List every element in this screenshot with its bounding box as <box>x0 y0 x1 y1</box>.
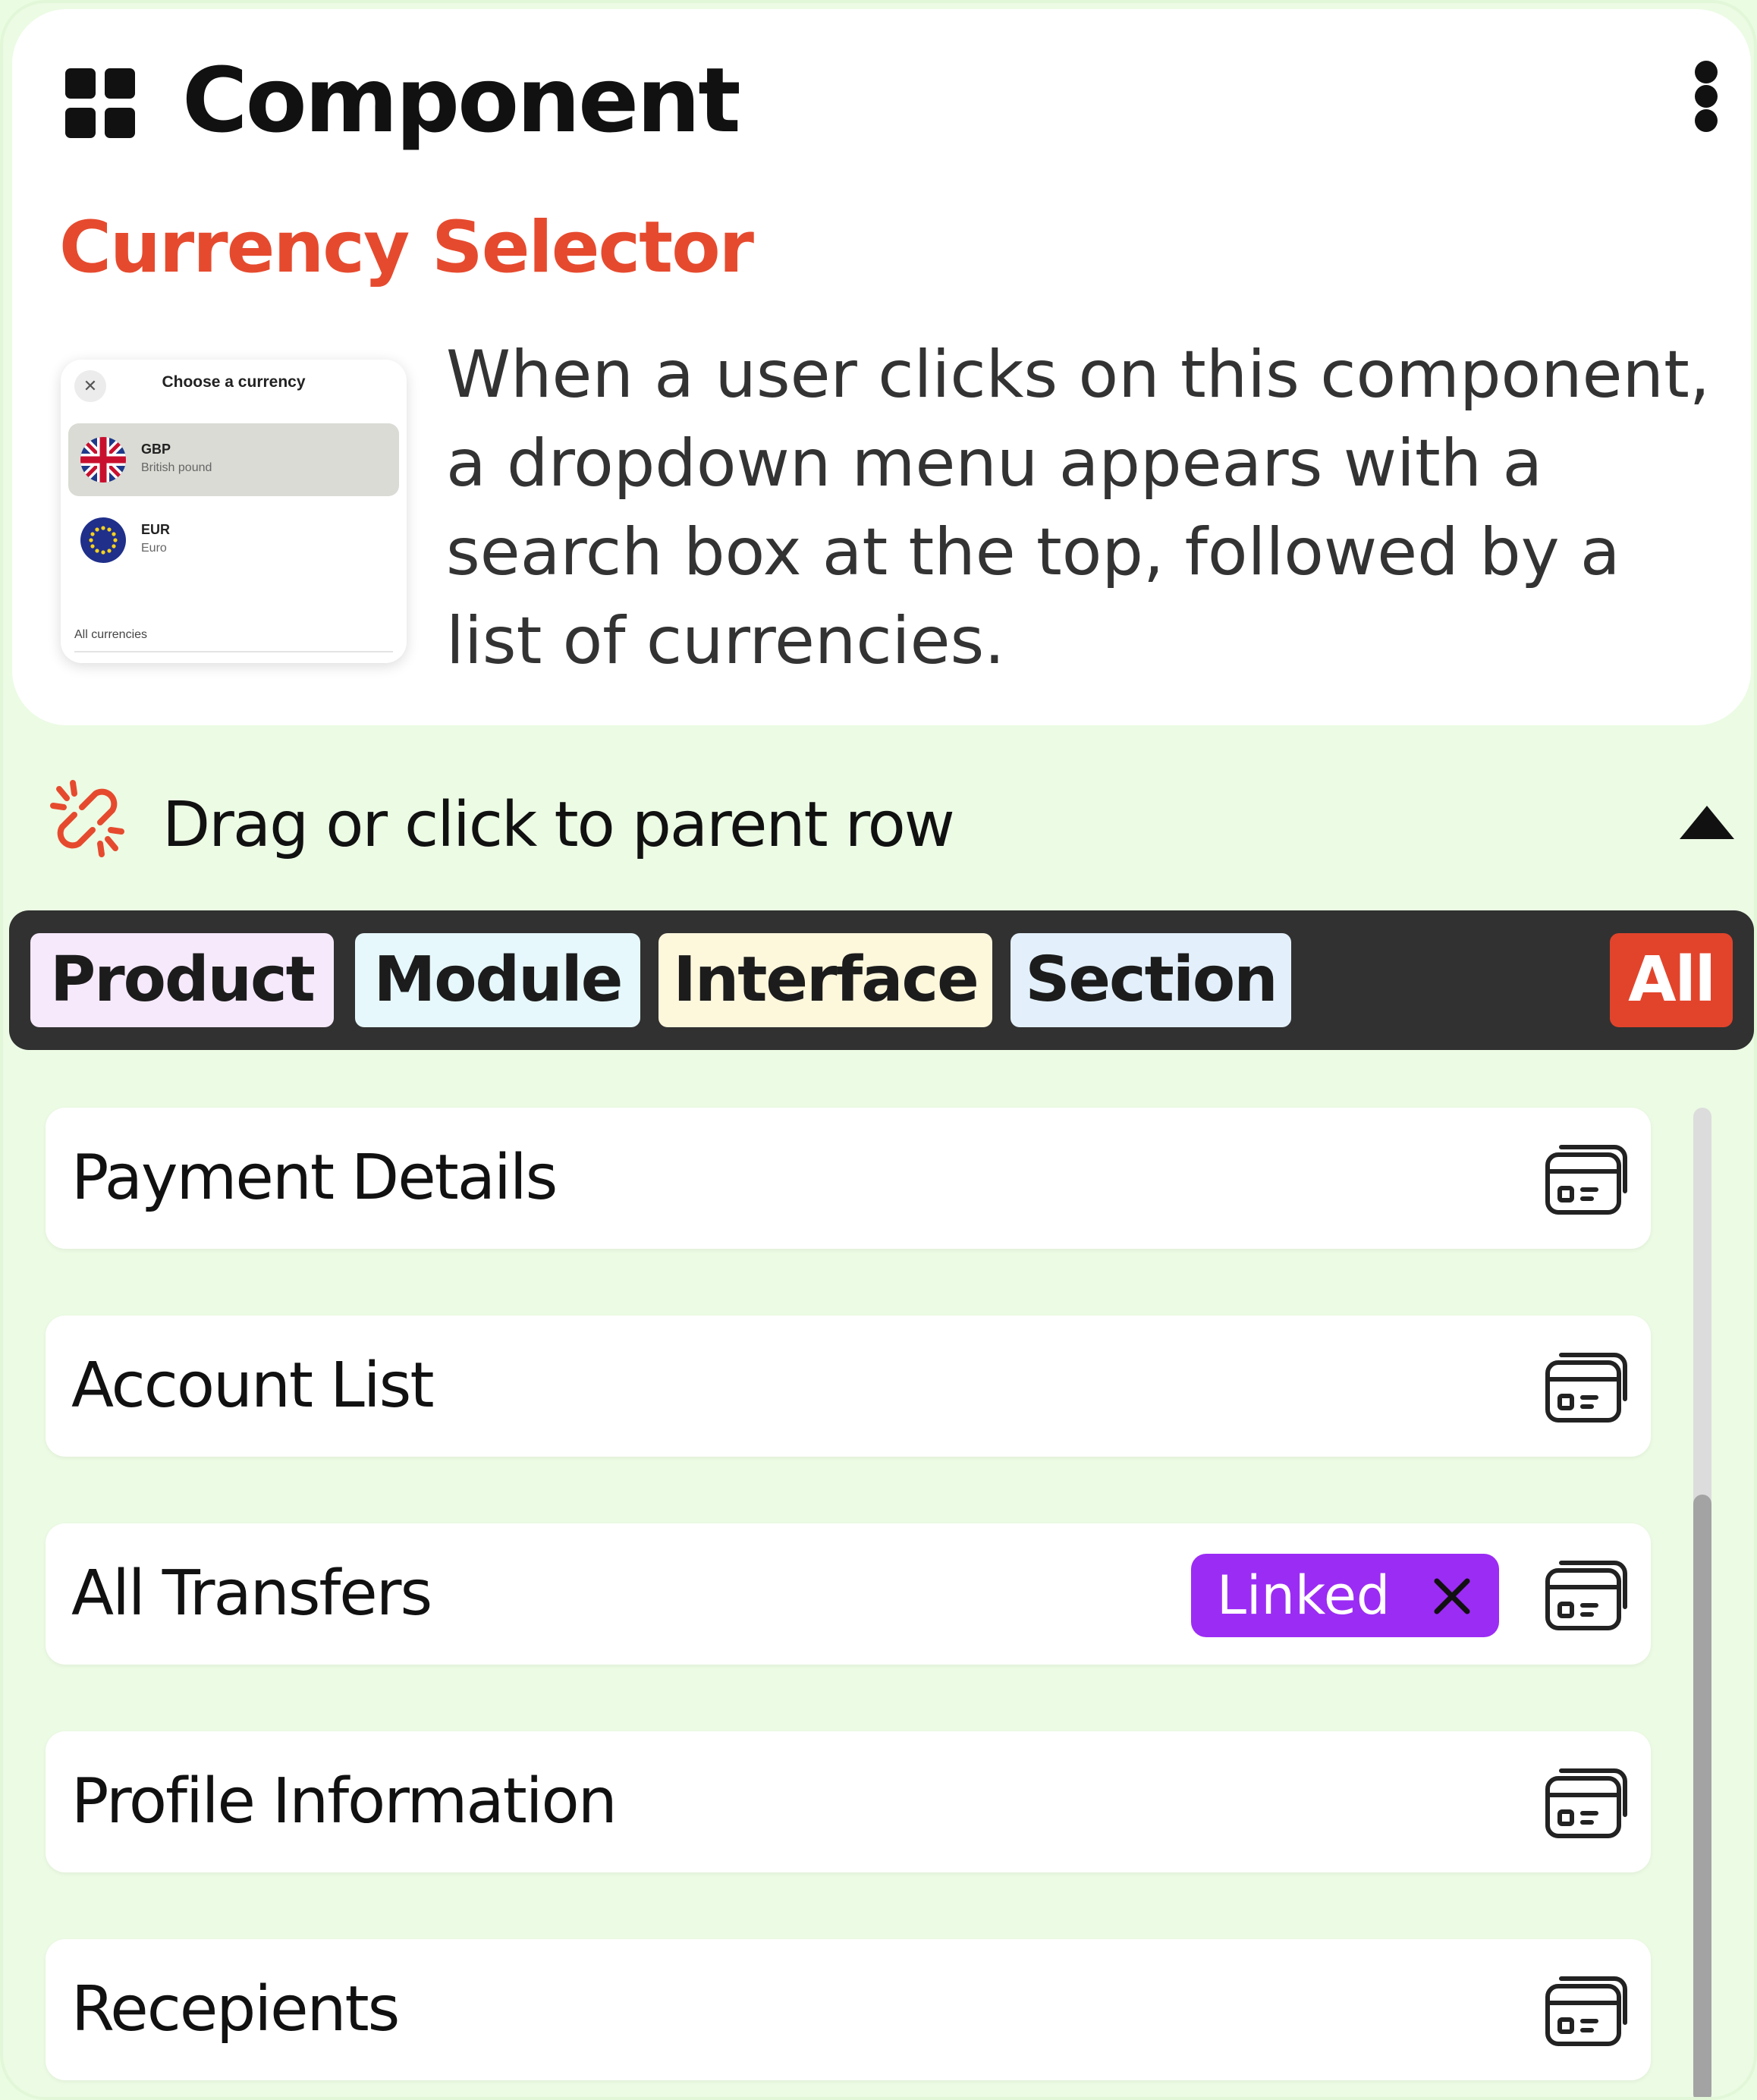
filter-product-chip[interactable]: Product <box>30 933 334 1027</box>
row-label: All Transfers <box>71 1558 432 1630</box>
all-currencies-label: All currencies <box>74 628 148 641</box>
filter-module-chip[interactable]: Module <box>355 933 640 1027</box>
close-icon[interactable] <box>1432 1577 1472 1616</box>
card-icon[interactable] <box>1543 1968 1631 2051</box>
row-label: Profile Information <box>71 1765 618 1838</box>
preview-title: Choose a currency <box>162 373 306 391</box>
divider <box>74 651 393 652</box>
kebab-menu-icon[interactable] <box>1684 55 1730 138</box>
link-icon <box>50 780 124 857</box>
component-preview: ✕ Choose a currency GBP British pound EU… <box>61 360 407 663</box>
grid-icon <box>65 68 135 138</box>
linked-label: Linked <box>1217 1564 1391 1627</box>
currency-name: Euro <box>141 542 167 555</box>
card-icon[interactable] <box>1543 1552 1631 1636</box>
triangle-up-icon[interactable] <box>1677 801 1737 844</box>
currency-code: EUR <box>141 522 171 537</box>
row-label: Account List <box>71 1350 434 1422</box>
filter-section-chip[interactable]: Section <box>1011 933 1291 1027</box>
card-icon[interactable] <box>1543 1136 1631 1220</box>
card-icon[interactable] <box>1543 1760 1631 1844</box>
filter-all-chip[interactable]: All <box>1610 933 1733 1027</box>
page-title: Component <box>182 48 741 152</box>
component-card: Component Currency Selector ✕ Choose a c… <box>12 9 1751 725</box>
list-item[interactable]: Payment Details <box>46 1108 1651 1249</box>
component-name: Currency Selector <box>59 206 754 289</box>
eu-flag-icon <box>80 517 126 563</box>
list-item[interactable]: All Transfers Linked <box>46 1523 1651 1665</box>
currency-name: British pound <box>141 461 212 474</box>
preview-currency-row: EUR Euro <box>68 504 399 577</box>
parent-row-label[interactable]: Drag or click to parent row <box>162 781 955 869</box>
currency-code: GBP <box>141 442 171 457</box>
list-item[interactable]: Profile Information <box>46 1731 1651 1872</box>
component-panel: Component Currency Selector ✕ Choose a c… <box>0 0 1757 2100</box>
list-item[interactable]: Recepients <box>46 1939 1651 2080</box>
preview-currency-row: GBP British pound <box>68 423 399 496</box>
row-label: Payment Details <box>71 1142 558 1214</box>
filter-interface-chip[interactable]: Interface <box>658 933 992 1027</box>
linked-badge[interactable]: Linked <box>1191 1554 1499 1637</box>
uk-flag-icon <box>80 437 126 483</box>
scrollbar-thumb[interactable] <box>1693 1495 1711 2097</box>
row-label: Recepients <box>71 1973 400 2045</box>
filter-bar: Product Module Interface Section All <box>9 910 1754 1050</box>
card-icon[interactable] <box>1543 1344 1631 1428</box>
list-item[interactable]: Account List <box>46 1316 1651 1457</box>
component-description: When a user clicks on this component, a … <box>446 337 1711 679</box>
